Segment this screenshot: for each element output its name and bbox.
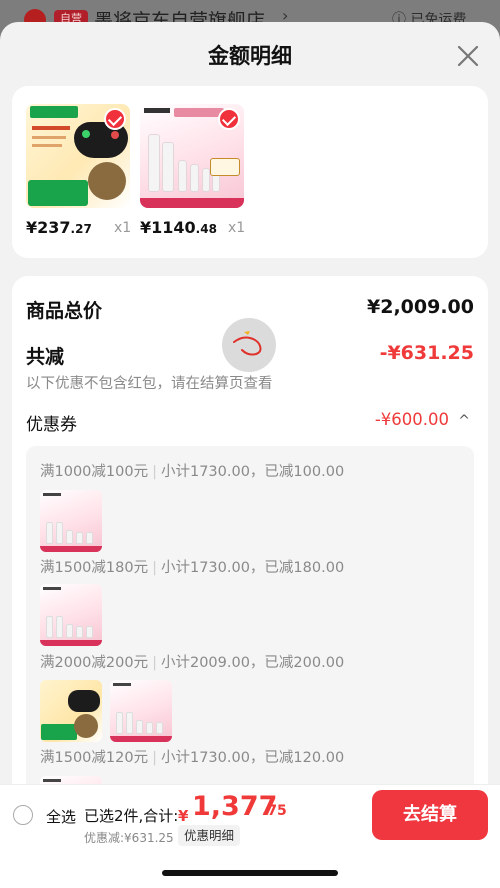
close-icon — [457, 45, 479, 67]
total-discount-value: -¥631.25 — [379, 342, 474, 364]
total-amount-decimal: .75 — [262, 803, 287, 819]
sheet-title: 金额明细 — [208, 44, 292, 68]
coupon-detail: 小计2009.00，已减200.00 — [160, 655, 345, 671]
selected-check-icon — [104, 108, 126, 130]
products-card: ¥237.27 x1 ¥1140.48 x1 — [12, 86, 488, 258]
coupon-product-thumbnail — [40, 584, 102, 646]
coupon-value: -¥600.00 — [374, 410, 450, 429]
coupon-rule-row: 满1000减100元 | 小计1730.00，已减100.00 — [40, 464, 345, 480]
coupon-label: 优惠券 — [26, 415, 77, 435]
total-price-label: 商品总价 — [26, 300, 103, 322]
amount-detail-sheet: 金额明细 ¥237.27 x1 ¥1140.48 x1 商品总价 ¥2,009.… — [0, 22, 500, 888]
coupon-detail: 小计1730.00，已减180.00 — [160, 560, 345, 576]
red-packet-note: 以下优惠不包含红包，请在结算页查看 — [26, 376, 273, 392]
discount-detail-button[interactable]: 优惠明细 — [178, 825, 241, 846]
selected-check-icon — [218, 108, 240, 130]
product-quantity: x1 — [114, 220, 132, 236]
coupon-rule: 满1500减120元 — [40, 750, 149, 766]
coupon-rule-row: 满1500减120元 | 小计1730.00，已减120.00 — [40, 750, 345, 766]
product-quantity: x1 — [228, 220, 246, 236]
product-item-gamepad[interactable]: ¥237.27 x1 — [26, 104, 132, 237]
discount-summary: 优惠减:¥631.25 — [84, 831, 174, 845]
touch-cursor-icon — [222, 318, 276, 372]
product-item-lancome[interactable]: ¥1140.48 x1 — [140, 104, 246, 237]
coupon-detail: 小计1730.00，已减120.00 — [160, 750, 345, 766]
checkout-button[interactable]: 去结算 — [372, 790, 488, 840]
coupon-rule: 满1500减180元 — [40, 560, 149, 576]
coupon-product-thumbnail — [40, 680, 102, 742]
selected-count: 已选2件,合计: — [84, 807, 179, 825]
home-indicator[interactable] — [162, 870, 338, 876]
product-price: ¥237.27 — [26, 218, 92, 237]
coupon-product-thumbnail — [110, 680, 172, 742]
coupon-rule-row: 满2000减200元 | 小计2009.00，已减200.00 — [40, 655, 345, 671]
coupon-product-thumbnail — [40, 490, 102, 552]
coupon-rule: 满2000减200元 — [40, 655, 149, 671]
select-all-radio[interactable] — [13, 805, 33, 825]
coupon-rule-row: 满1500减180元 | 小计1730.00，已减180.00 — [40, 560, 345, 576]
total-discount-label: 共减 — [26, 346, 65, 368]
gamepad-thumbnail — [26, 104, 130, 208]
coupon-rule: 满1000减100元 — [40, 464, 149, 480]
close-button[interactable] — [452, 40, 484, 72]
product-price: ¥1140.48 — [140, 218, 217, 237]
chevron-up-icon: ^ — [458, 413, 470, 429]
total-price-value: ¥2,009.00 — [367, 296, 474, 318]
currency-symbol: ¥ — [178, 807, 189, 825]
coupon-toggle[interactable]: -¥600.00 ^ — [375, 410, 470, 429]
lancome-thumbnail — [140, 104, 244, 208]
select-all-label[interactable]: 全选 — [46, 806, 76, 827]
coupon-detail: 小计1730.00，已减100.00 — [160, 464, 345, 480]
